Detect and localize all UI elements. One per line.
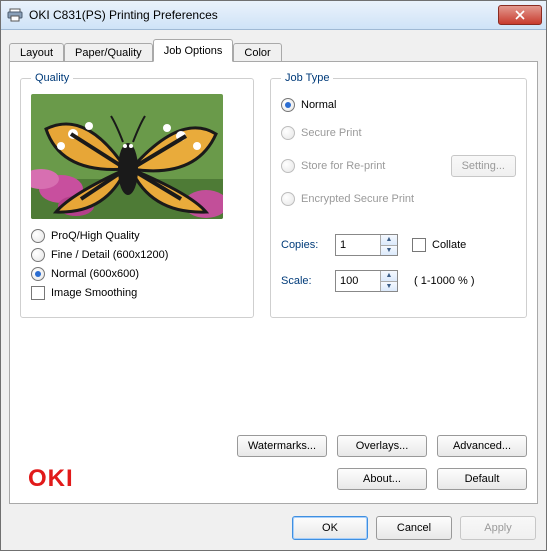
apply-button: Apply: [460, 516, 536, 540]
copies-spinner[interactable]: ▲ ▼: [335, 234, 398, 256]
tab-job-options[interactable]: Job Options: [153, 39, 234, 62]
copies-label: Copies:: [281, 239, 327, 251]
close-icon: [515, 10, 525, 20]
quality-radio-fine-label: Fine / Detail (600x1200): [51, 249, 168, 261]
spinner-down-icon[interactable]: ▼: [381, 245, 397, 256]
brand-logo: OKI: [28, 465, 337, 493]
spinner-arrows: ▲ ▼: [380, 235, 397, 255]
spinner-arrows: ▲ ▼: [380, 271, 397, 291]
scale-spinner[interactable]: ▲ ▼: [335, 270, 398, 292]
tab-layout[interactable]: Layout: [9, 43, 64, 62]
image-smoothing-checkbox[interactable]: Image Smoothing: [31, 286, 243, 300]
checkbox-icon: [412, 238, 426, 252]
collate-label: Collate: [432, 239, 466, 251]
image-smoothing-label: Image Smoothing: [51, 287, 137, 299]
window-title: OKI C831(PS) Printing Preferences: [29, 8, 498, 22]
spinner-up-icon[interactable]: ▲: [381, 235, 397, 245]
checkbox-icon: [31, 286, 45, 300]
watermarks-button[interactable]: Watermarks...: [237, 435, 327, 457]
job-type-legend: Job Type: [281, 72, 333, 84]
radio-icon: [281, 159, 295, 173]
quality-radio-fine[interactable]: Fine / Detail (600x1200): [31, 248, 243, 262]
spinner-down-icon[interactable]: ▼: [381, 281, 397, 292]
job-type-radio-encrypted-label: Encrypted Secure Print: [301, 193, 414, 205]
quality-legend: Quality: [31, 72, 73, 84]
scale-range-note: ( 1-1000 % ): [414, 275, 475, 287]
job-type-radio-encrypted[interactable]: Encrypted Secure Print: [281, 192, 516, 206]
radio-icon: [281, 126, 295, 140]
dialog-window: OKI C831(PS) Printing Preferences Layout…: [0, 0, 547, 551]
radio-icon: [31, 229, 45, 243]
cancel-button[interactable]: Cancel: [376, 516, 452, 540]
job-type-setting-button: Setting...: [451, 155, 516, 177]
quality-group: Quality: [20, 72, 254, 318]
dialog-button-bar: OK Cancel Apply: [1, 510, 546, 550]
collate-checkbox[interactable]: Collate: [412, 238, 466, 252]
tab-color[interactable]: Color: [233, 43, 281, 62]
job-type-radio-store-label: Store for Re-print: [301, 160, 385, 172]
quality-radio-proq-label: ProQ/High Quality: [51, 230, 140, 242]
radio-icon: [281, 192, 295, 206]
job-type-radio-secure-label: Secure Print: [301, 127, 362, 139]
scale-input[interactable]: [336, 271, 380, 291]
overlays-button[interactable]: Overlays...: [337, 435, 427, 457]
job-type-radio-secure[interactable]: Secure Print: [281, 126, 516, 140]
tab-pane-job-options: Quality: [9, 61, 538, 504]
printer-icon: [7, 7, 23, 23]
job-type-radio-store[interactable]: Store for Re-print: [281, 159, 385, 173]
advanced-button[interactable]: Advanced...: [437, 435, 527, 457]
close-button[interactable]: [498, 5, 542, 25]
about-button[interactable]: About...: [337, 468, 427, 490]
tab-strip: Layout Paper/Quality Job Options Color: [9, 38, 538, 61]
quality-radio-proq[interactable]: ProQ/High Quality: [31, 229, 243, 243]
ok-button[interactable]: OK: [292, 516, 368, 540]
scale-label: Scale:: [281, 275, 327, 287]
quality-preview-image: [31, 94, 223, 219]
tab-paper-quality[interactable]: Paper/Quality: [64, 43, 153, 62]
quality-radio-normal[interactable]: Normal (600x600): [31, 267, 243, 281]
radio-icon: [31, 267, 45, 281]
radio-icon: [31, 248, 45, 262]
spinner-up-icon[interactable]: ▲: [381, 271, 397, 281]
job-type-radio-normal[interactable]: Normal: [281, 98, 516, 112]
job-type-group: Job Type Normal Secure Print Store for R…: [270, 72, 527, 318]
radio-icon: [281, 98, 295, 112]
job-type-radio-normal-label: Normal: [301, 99, 336, 111]
titlebar: OKI C831(PS) Printing Preferences: [1, 1, 546, 30]
copies-input[interactable]: [336, 235, 380, 255]
quality-radio-normal-label: Normal (600x600): [51, 268, 139, 280]
default-button[interactable]: Default: [437, 468, 527, 490]
